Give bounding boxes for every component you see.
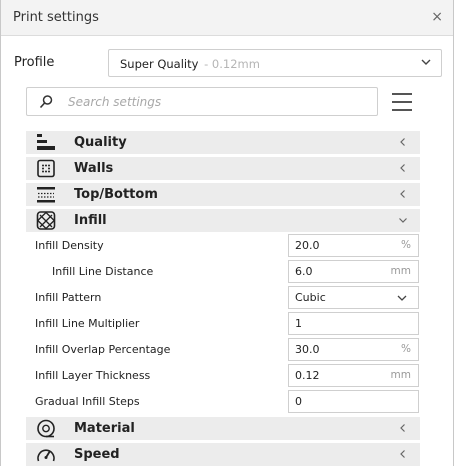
category-label: Walls [74, 161, 114, 176]
category-label: Top/Bottom [74, 187, 158, 202]
close-icon[interactable]: × [431, 9, 443, 25]
field-unit: mm [390, 265, 411, 277]
field-unit: % [401, 239, 411, 251]
field-value: 0 [295, 395, 302, 408]
chevron-down-icon [399, 218, 407, 223]
category-walls[interactable]: Walls [26, 157, 420, 180]
setting-label-infill-layer-thickness: Infill Layer Thickness [35, 369, 151, 382]
infill-pattern-dropdown[interactable]: Cubic [288, 286, 419, 309]
profile-detail: - 0.12mm [200, 57, 260, 71]
setting-label-infill-pattern: Infill Pattern [35, 291, 102, 304]
category-material[interactable]: Material [26, 417, 420, 440]
infill-icon [36, 211, 56, 230]
chevron-left-icon [400, 138, 405, 146]
settings-menu-icon[interactable] [392, 93, 412, 111]
category-infill[interactable]: Infill [26, 209, 420, 232]
walls-icon [37, 159, 55, 178]
category-speed[interactable]: Speed [26, 443, 420, 466]
chevron-left-icon [400, 424, 405, 432]
profile-name: Super Quality [120, 57, 199, 71]
category-label: Infill [74, 213, 107, 228]
title-bar: Print settings × [1, 0, 453, 36]
search-field[interactable] [26, 87, 378, 116]
chevron-down-icon [397, 295, 407, 301]
chevron-left-icon [400, 450, 405, 458]
field-value: 20.0 [295, 239, 320, 252]
chevron-left-icon [400, 190, 405, 198]
category-quality[interactable]: Quality [26, 131, 420, 154]
setting-label-gradual-infill-steps: Gradual Infill Steps [35, 395, 140, 408]
infill-overlap-percentage-field[interactable]: 30.0 % [288, 338, 419, 361]
field-value: Cubic [295, 291, 326, 304]
field-value: 6.0 [295, 265, 313, 278]
setting-label-infill-density: Infill Density [35, 239, 104, 252]
category-label: Quality [74, 135, 127, 150]
field-value: 30.0 [295, 343, 320, 356]
quality-icon [37, 134, 55, 150]
setting-label-infill-line-distance: Infill Line Distance [52, 265, 154, 278]
field-unit: % [401, 343, 411, 355]
chevron-left-icon [400, 164, 405, 172]
setting-label-infill-line-multiplier: Infill Line Multiplier [35, 317, 140, 330]
search-input[interactable] [68, 94, 368, 110]
field-value: 1 [295, 317, 302, 330]
gradual-infill-steps-field[interactable]: 0 [288, 390, 419, 413]
infill-density-field[interactable]: 20.0 % [288, 234, 419, 257]
infill-layer-thickness-field[interactable]: 0.12 mm [288, 364, 419, 387]
material-icon [37, 419, 55, 438]
category-label: Material [74, 421, 135, 436]
profile-value: Super Quality - 0.12mm [120, 57, 260, 71]
profile-label: Profile [14, 55, 55, 70]
category-label: Speed [74, 447, 120, 462]
print-settings-panel: Print settings × Profile Super Quality -… [0, 0, 454, 466]
setting-label-infill-overlap-percentage: Infill Overlap Percentage [35, 343, 171, 356]
infill-line-multiplier-field[interactable]: 1 [288, 312, 419, 335]
top-bottom-icon [37, 187, 55, 203]
speed-icon [37, 449, 55, 462]
panel-title: Print settings [13, 10, 99, 25]
search-icon [39, 95, 53, 109]
field-value: 0.12 [295, 369, 320, 382]
chevron-down-icon [421, 59, 431, 65]
profile-dropdown[interactable]: Super Quality - 0.12mm [108, 49, 442, 77]
infill-line-distance-field[interactable]: 6.0 mm [288, 260, 419, 283]
category-top-bottom[interactable]: Top/Bottom [26, 183, 420, 206]
field-unit: mm [390, 369, 411, 381]
